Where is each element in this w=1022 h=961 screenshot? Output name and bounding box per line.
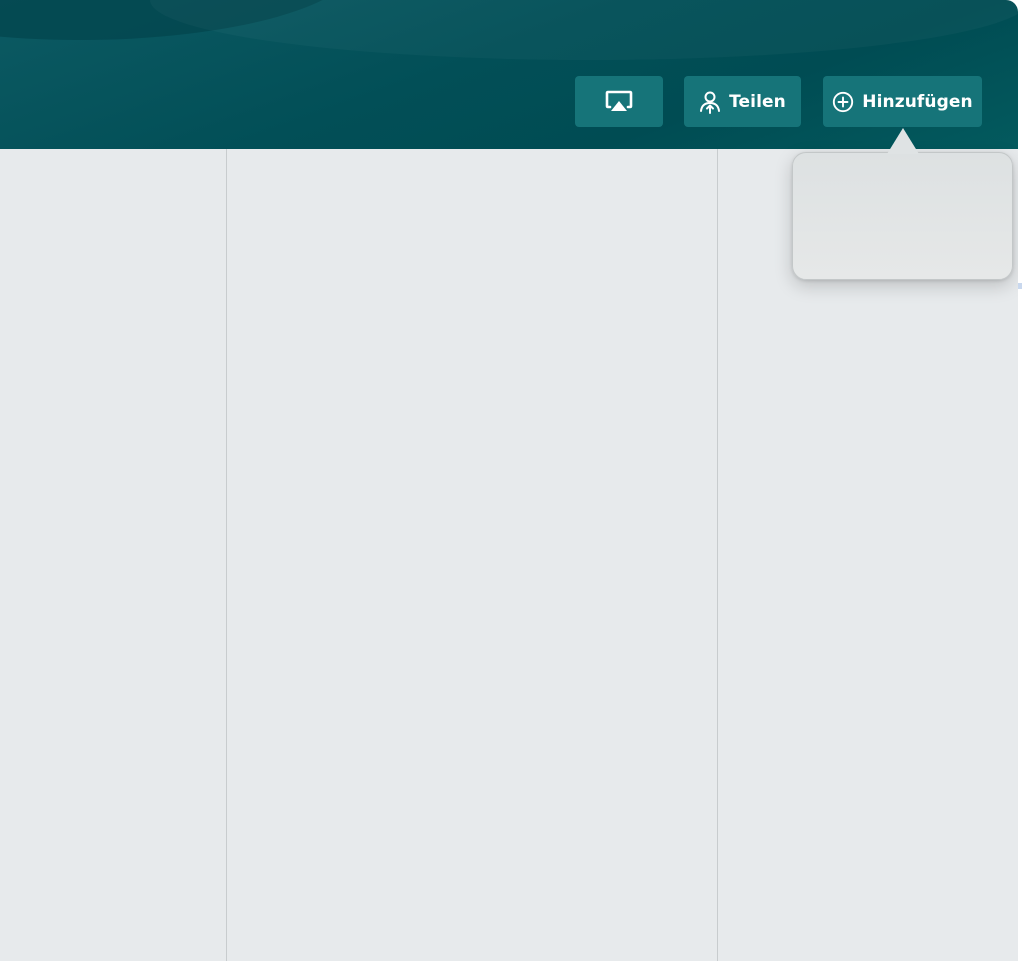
background-window-edge [1018,0,1022,961]
add-menu-popover [792,152,1013,280]
popover-arrow [887,128,919,154]
add-button-label: Hinzufügen [862,91,973,112]
header-decoration-highlight [150,0,1018,60]
share-button[interactable]: Teilen [684,76,801,127]
share-button-label: Teilen [729,91,786,112]
airplay-button[interactable] [575,76,663,127]
add-button[interactable]: Hinzufügen [823,76,982,127]
screen: Teilen Hinzufügen [0,0,1022,961]
header-bar: Teilen Hinzufügen [0,0,1018,149]
app-window: Teilen Hinzufügen [0,0,1018,961]
column-divider[interactable] [226,149,227,961]
person-share-icon [699,90,721,114]
airplay-icon [605,90,633,114]
background-window-accent [1018,283,1022,289]
column-divider[interactable] [717,149,718,961]
plus-circle-icon [832,91,854,113]
